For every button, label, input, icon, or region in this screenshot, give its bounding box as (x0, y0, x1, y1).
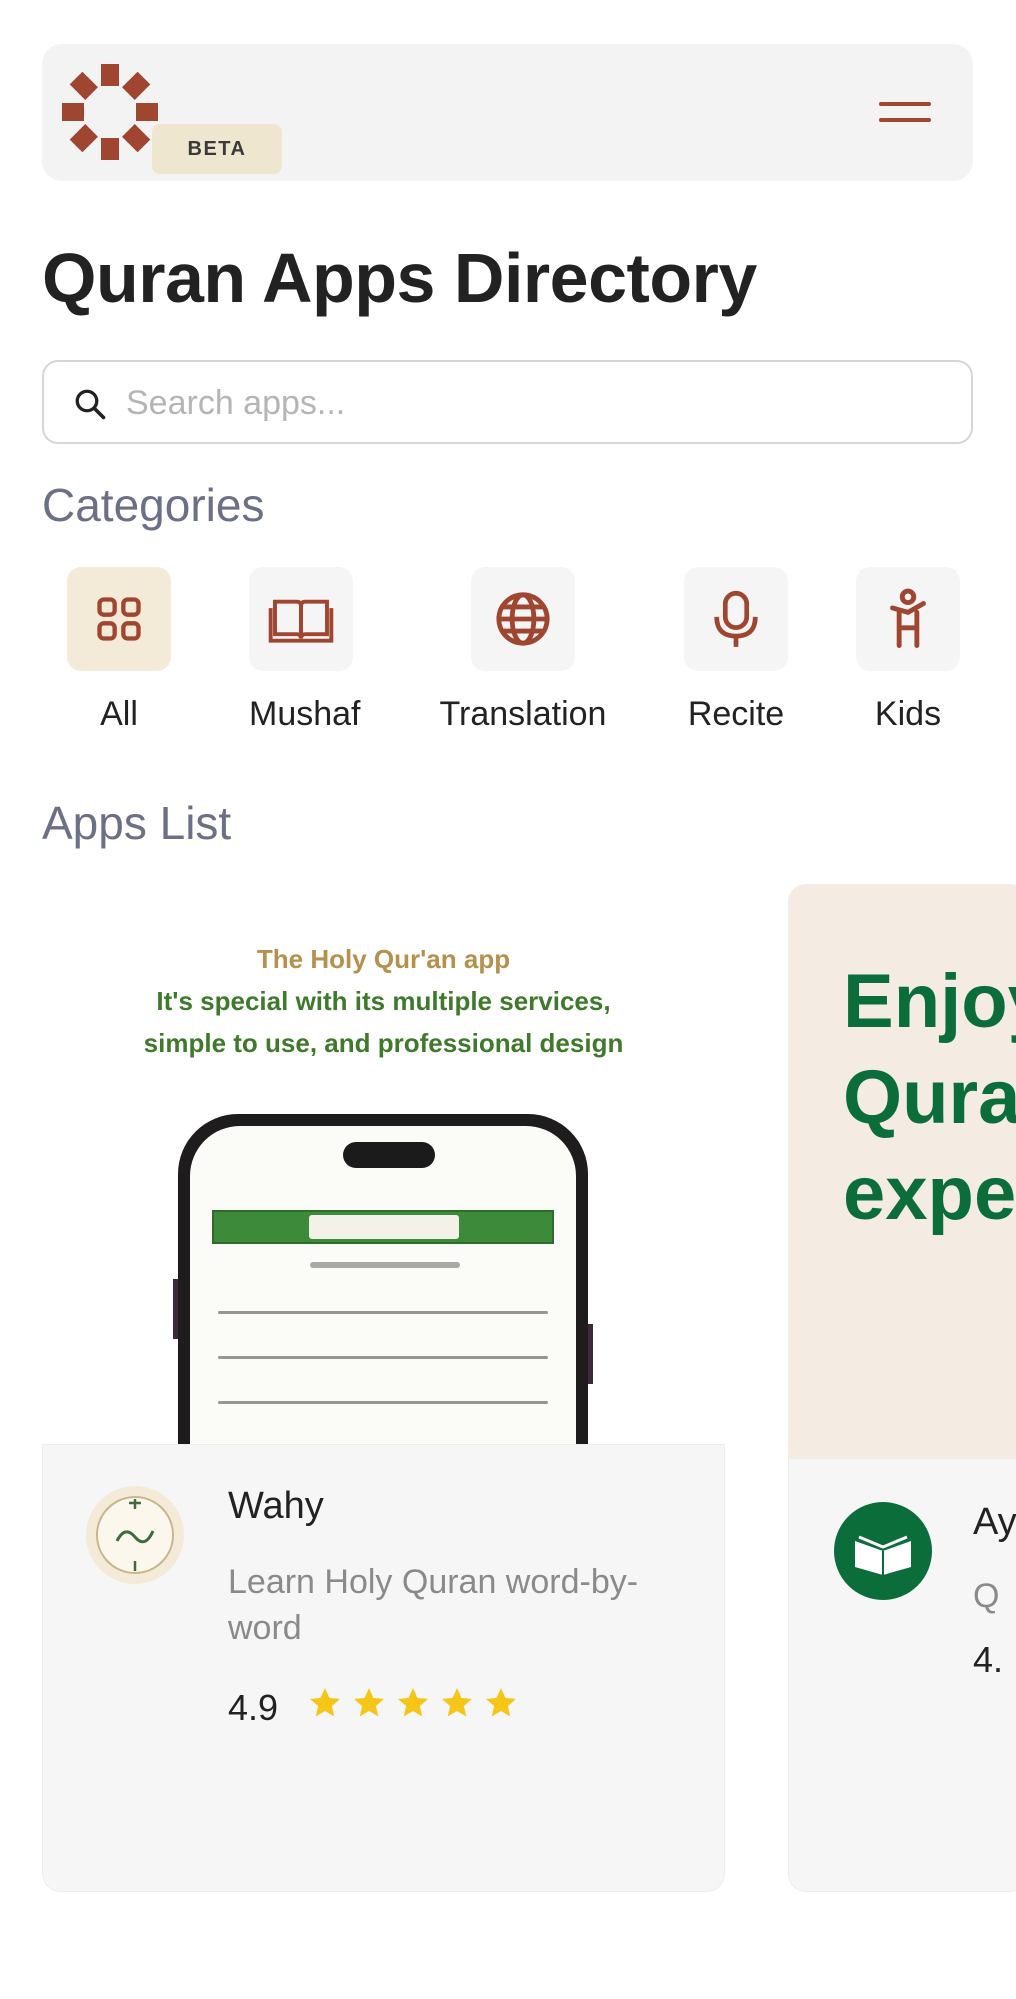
star-logo-icon[interactable] (60, 62, 160, 162)
app-card-body: Ay Q 4. (788, 1458, 1016, 1892)
rating-stars (307, 1685, 519, 1721)
promo-line: simple to use, and professional design (143, 1028, 624, 1058)
apps-list-heading: Apps List (42, 797, 232, 849)
app-card-body: Wahy Learn Holy Quran word-by-word 4.9 (42, 1444, 725, 1892)
microphone-icon (714, 590, 758, 647)
category-label: Translation (439, 695, 607, 733)
category-all[interactable]: All (67, 567, 171, 734)
app-screenshot: Enjoy Qura expe (788, 884, 1016, 1458)
category-label: All (100, 695, 138, 733)
app-rating: 4.9 (228, 1687, 279, 1728)
category-label: Recite (687, 695, 785, 733)
grid-icon (97, 597, 141, 641)
category-label: Kids (874, 695, 942, 733)
app-name: Wahy (228, 1485, 324, 1527)
app-card-wahy[interactable]: The Holy Qur'an app It's special with it… (42, 884, 725, 1892)
search-icon (75, 389, 106, 420)
star-icon (310, 1688, 340, 1717)
category-translation[interactable]: Translation (430, 567, 616, 734)
promo-line: It's special with its multiple services, (156, 986, 611, 1016)
promo-title: The Holy Qur'an app (256, 944, 511, 974)
categories-heading: Categories (42, 479, 265, 531)
category-mushaf[interactable]: Mushaf (249, 567, 361, 734)
top-header: BETA (42, 44, 973, 181)
app-rating: 4. (973, 1639, 1004, 1680)
star-icon (486, 1688, 516, 1717)
hamburger-menu-icon[interactable] (879, 94, 937, 128)
beta-badge: BETA (152, 124, 282, 174)
child-icon (890, 588, 926, 649)
app-description: Q (973, 1577, 1000, 1615)
star-icon (442, 1688, 472, 1717)
search-bar[interactable] (42, 360, 973, 444)
star-icon (398, 1688, 428, 1717)
globe-icon (496, 592, 550, 646)
wahy-app-icon (86, 1486, 184, 1584)
page-title: Quran Apps Directory (42, 239, 757, 317)
category-kids[interactable]: Kids (856, 567, 960, 734)
app-name: Ay (973, 1501, 1016, 1543)
category-label: Mushaf (249, 695, 361, 733)
quran-book-app-icon (834, 1502, 932, 1600)
promo-text: Enjoy Qura expe (843, 959, 1016, 1236)
phone-mockup (173, 1114, 593, 1444)
search-input[interactable] (126, 378, 946, 428)
app-card-ayah[interactable]: Enjoy Qura expe Ay Q 4. (788, 884, 1016, 1892)
category-recite[interactable]: Recite (684, 567, 788, 734)
app-screenshot: The Holy Qur'an app It's special with it… (42, 884, 725, 1444)
star-icon (354, 1688, 384, 1717)
book-icon (268, 599, 334, 643)
app-description: Learn Holy Quran word-by-word (228, 1563, 639, 1647)
